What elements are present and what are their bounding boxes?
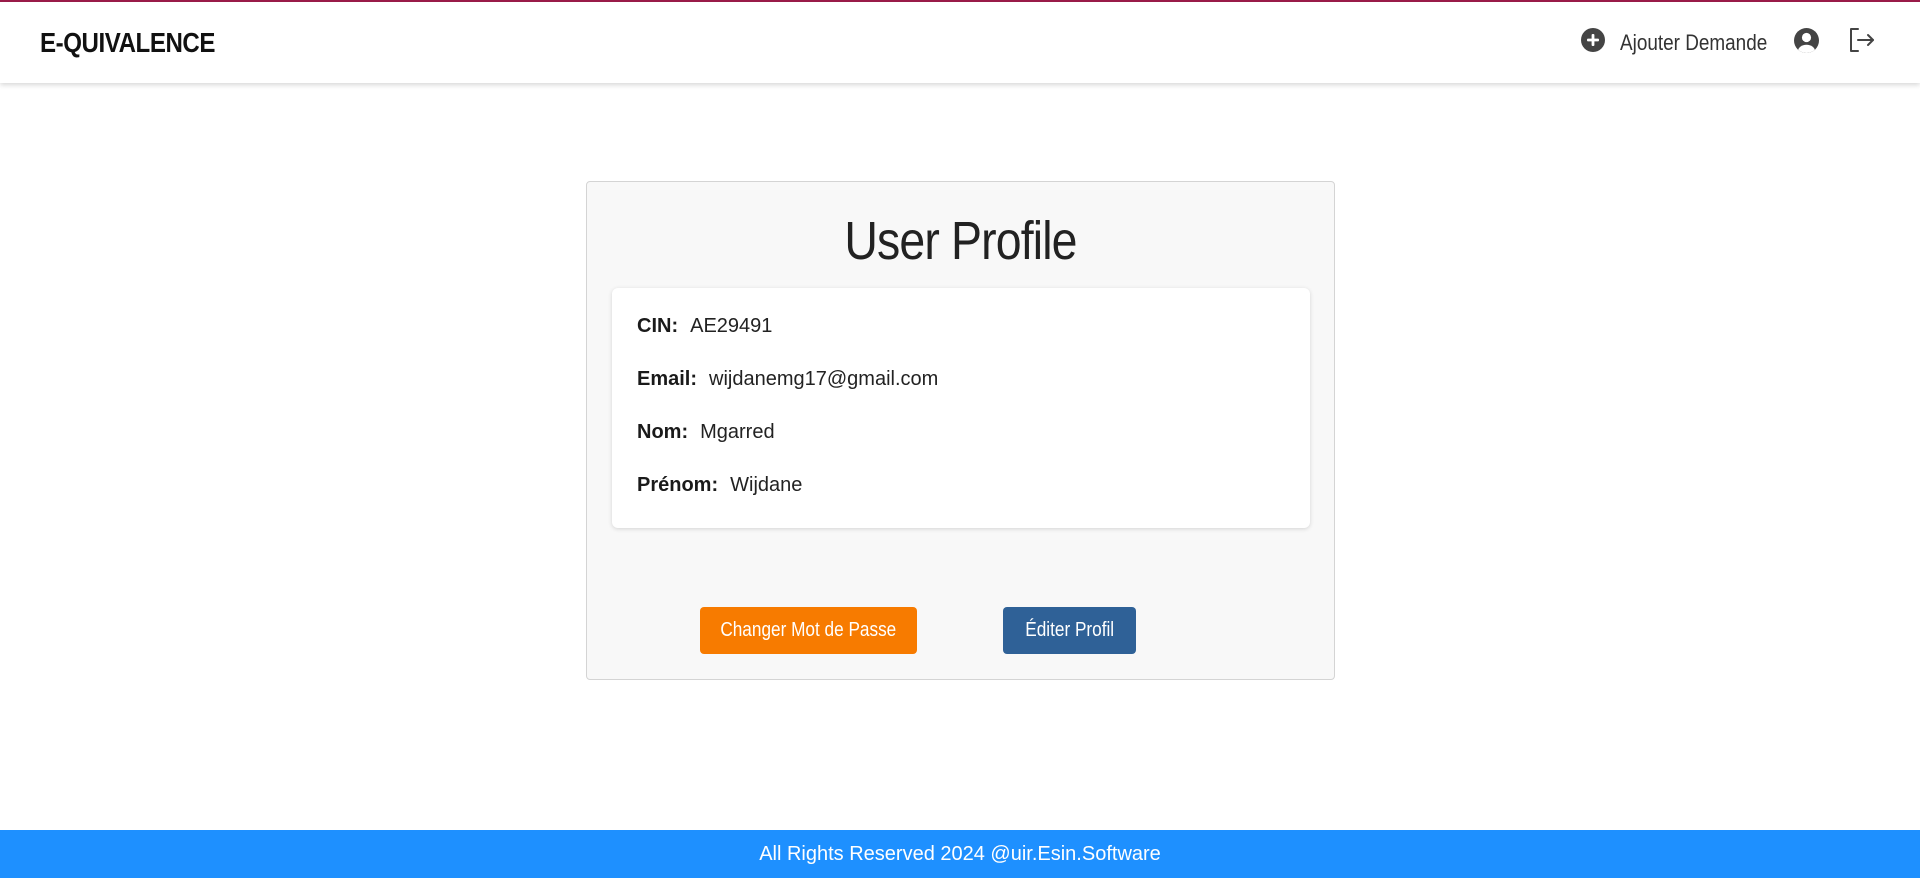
page-title: User Profile	[844, 211, 1077, 271]
nav-actions: Ajouter Demande	[1580, 2, 1876, 83]
field-value: wijdanemg17@gmail.com	[709, 368, 939, 390]
field-label: Email:	[637, 368, 698, 390]
add-request-label: Ajouter Demande	[1619, 29, 1768, 55]
change-password-button[interactable]: Changer Mot de Passe	[700, 607, 917, 654]
profile-card: User Profile CIN: AE29491 Email: wijdane…	[586, 181, 1335, 680]
user-circle-icon	[1793, 27, 1820, 59]
add-request-link[interactable]: Ajouter Demande	[1580, 27, 1791, 58]
brand-logo[interactable]: E-QUIVALENCE	[40, 27, 215, 59]
field-value: Mgarred	[700, 421, 775, 443]
profile-button[interactable]	[1793, 27, 1820, 59]
logout-button[interactable]	[1848, 27, 1876, 58]
edit-profile-label: Éditer Profil	[1025, 619, 1114, 641]
profile-field-cin: CIN: AE29491	[637, 312, 1285, 365]
field-label: CIN:	[637, 315, 679, 337]
footer: All Rights Reserved 2024 @uir.Esin.Softw…	[0, 830, 1920, 878]
field-value: Wijdane	[730, 474, 803, 496]
footer-text: All Rights Reserved 2024 @uir.Esin.Softw…	[759, 842, 1161, 865]
plus-circle-icon	[1580, 27, 1606, 58]
field-value: AE29491	[690, 315, 773, 337]
profile-field-email: Email: wijdanemg17@gmail.com	[637, 365, 1285, 418]
profile-field-prenom: Prénom: Wijdane	[637, 471, 1285, 524]
edit-profile-button[interactable]: Éditer Profil	[1003, 607, 1136, 654]
field-label: Nom:	[637, 421, 689, 443]
profile-info-panel: CIN: AE29491 Email: wijdanemg17@gmail.co…	[612, 288, 1310, 528]
change-password-label: Changer Mot de Passe	[720, 619, 897, 641]
navbar: E-QUIVALENCE Ajouter Demande	[0, 2, 1920, 83]
logout-icon	[1848, 27, 1876, 58]
field-label: Prénom:	[637, 474, 719, 496]
profile-field-nom: Nom: Mgarred	[637, 418, 1285, 471]
